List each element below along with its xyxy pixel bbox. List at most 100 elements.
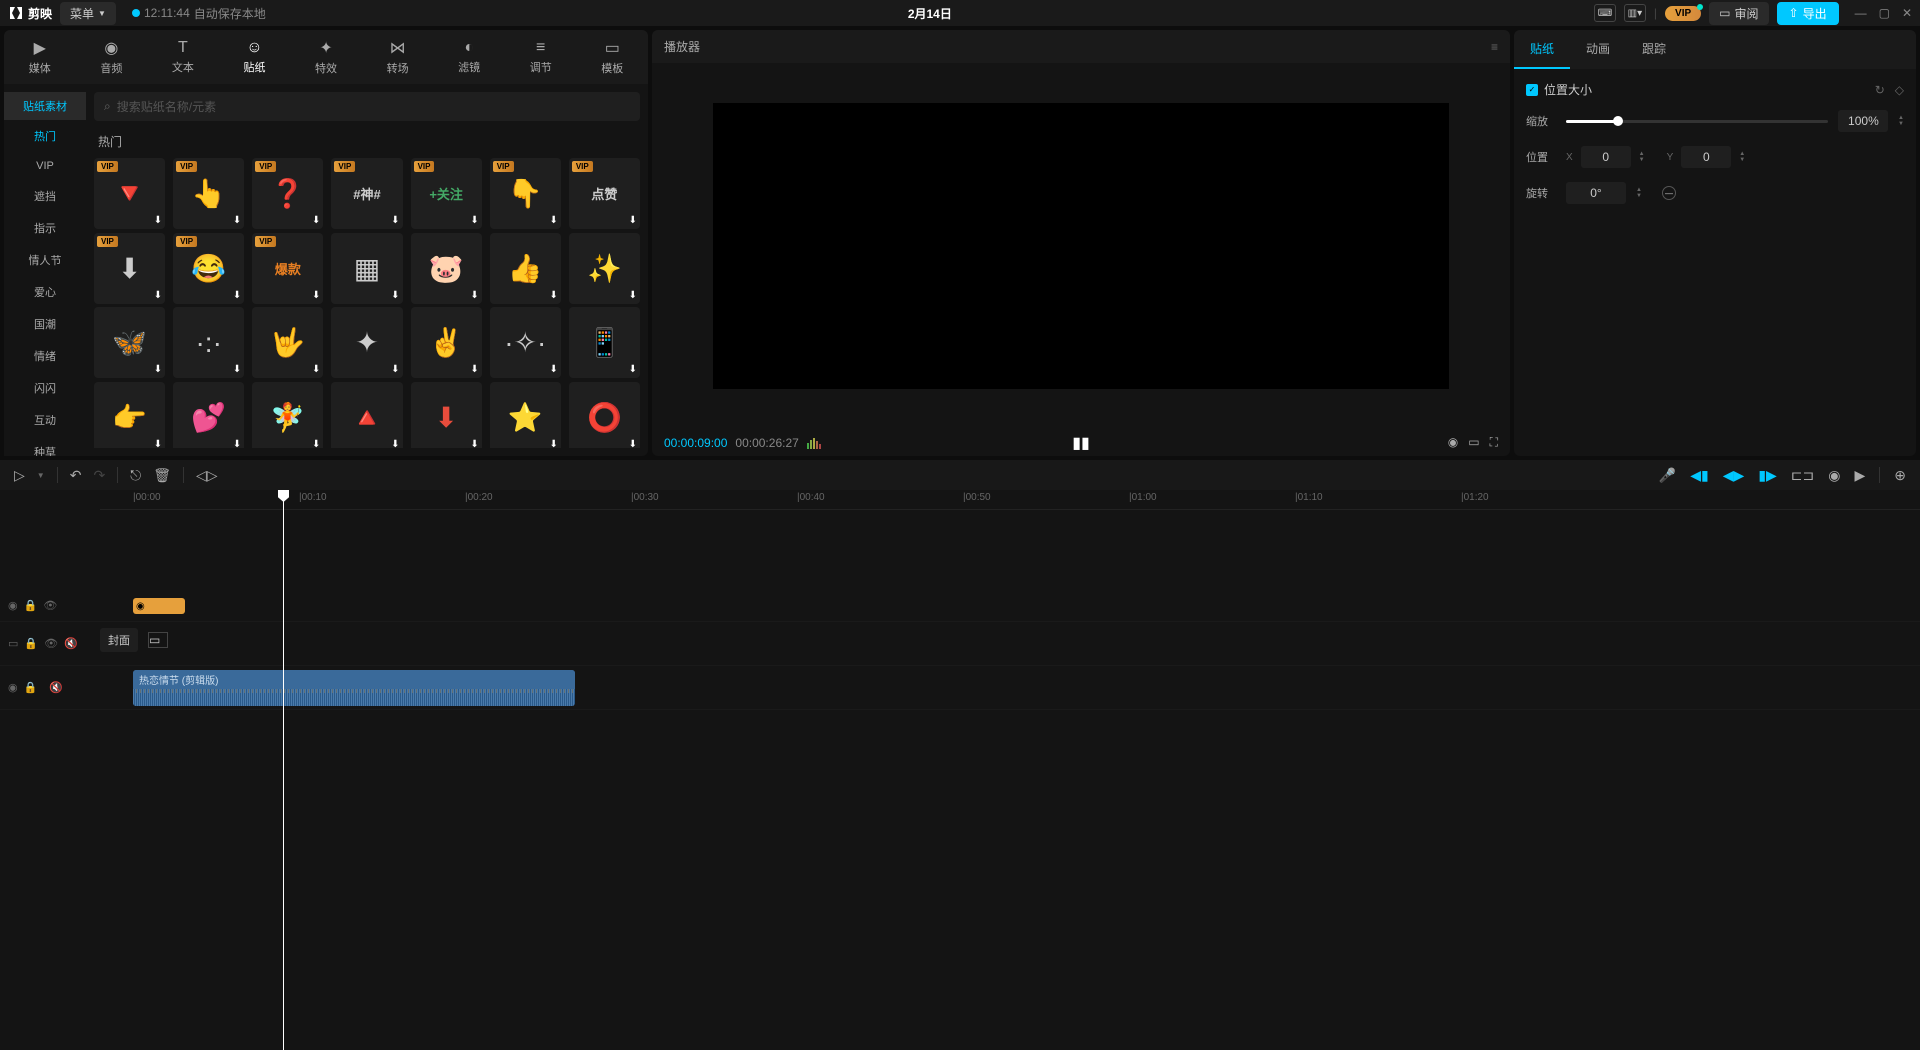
download-icon[interactable]: ⬇: [549, 290, 557, 301]
download-icon[interactable]: ⬇: [629, 215, 637, 226]
sticker-item[interactable]: VIP🔻⬇: [94, 158, 165, 229]
lock-icon[interactable]: 🔒: [24, 681, 38, 694]
download-icon[interactable]: ⬇: [154, 364, 162, 375]
sticker-item[interactable]: ⭕⬇: [569, 382, 640, 449]
sticker-item[interactable]: ✦⬇: [331, 307, 402, 378]
download-icon[interactable]: ⬇: [312, 215, 320, 226]
media-tab-滤镜[interactable]: ◐滤镜: [433, 30, 505, 84]
pointer-tool-icon[interactable]: ▷: [14, 467, 25, 484]
link-icon[interactable]: ◉: [1828, 467, 1840, 484]
mute-icon[interactable]: 🔇: [49, 681, 63, 694]
sticker-item[interactable]: ⭐⬇: [490, 382, 561, 449]
category-item[interactable]: 闪闪: [4, 372, 86, 404]
download-icon[interactable]: ⬇: [312, 290, 320, 301]
menu-button[interactable]: 菜单 ▼: [60, 2, 116, 25]
media-tab-贴纸[interactable]: ☺贴纸: [219, 30, 291, 84]
download-icon[interactable]: ⬇: [154, 290, 162, 301]
reset-icon[interactable]: ↻: [1875, 83, 1885, 97]
vip-badge[interactable]: VIP: [1665, 6, 1701, 21]
download-icon[interactable]: ⬇: [391, 215, 399, 226]
media-tab-调节[interactable]: ≡调节: [505, 30, 577, 84]
category-item[interactable]: 国潮: [4, 308, 86, 340]
category-item[interactable]: 爱心: [4, 276, 86, 308]
delete-button[interactable]: 🗑: [153, 467, 171, 484]
close-button[interactable]: ✕: [1902, 6, 1912, 20]
sticker-item[interactable]: ✨⬇: [569, 233, 640, 304]
category-item[interactable]: 种草: [4, 436, 86, 456]
download-icon[interactable]: ⬇: [470, 364, 478, 375]
media-tab-特效[interactable]: ✦特效: [290, 30, 362, 84]
download-icon[interactable]: ⬇: [549, 439, 557, 448]
sticker-item[interactable]: ·:·⬇: [173, 307, 244, 378]
marker-in-icon[interactable]: ◀▮: [1690, 467, 1708, 484]
sticker-item[interactable]: VIP爆款⬇: [252, 233, 323, 304]
property-tab-动画[interactable]: 动画: [1570, 30, 1626, 69]
redo-button[interactable]: ↷: [93, 467, 105, 484]
category-item[interactable]: 热门: [4, 120, 86, 152]
mute-icon[interactable]: 🔇: [64, 637, 78, 650]
sticker-item[interactable]: ▦⬇: [331, 233, 402, 304]
undo-button[interactable]: ↶: [70, 467, 82, 484]
sticker-item[interactable]: VIP👇⬇: [490, 158, 561, 229]
sticker-item[interactable]: 🤟⬇: [252, 307, 323, 378]
lock-icon[interactable]: 🔒: [24, 599, 38, 612]
mirror-button[interactable]: ◁▷: [196, 467, 218, 484]
cover-button[interactable]: 封面: [100, 628, 138, 652]
category-item[interactable]: 情绪: [4, 340, 86, 372]
media-tab-音频[interactable]: ◉音频: [76, 30, 148, 84]
download-icon[interactable]: ⬇: [391, 364, 399, 375]
scale-value[interactable]: 100%: [1838, 110, 1888, 132]
download-icon[interactable]: ⬇: [470, 215, 478, 226]
video-icon[interactable]: ▭: [8, 637, 18, 650]
split-button[interactable]: ⎋: [130, 467, 141, 484]
download-icon[interactable]: ⬇: [470, 439, 478, 448]
sticker-item[interactable]: 👉⬇: [94, 382, 165, 449]
sticker-item[interactable]: 📱⬇: [569, 307, 640, 378]
download-icon[interactable]: ⬇: [470, 290, 478, 301]
pos-x-spinner[interactable]: ▲▼: [1639, 152, 1645, 163]
shortcut-icon[interactable]: ⌨: [1594, 4, 1616, 22]
sticker-item[interactable]: 💕⬇: [173, 382, 244, 449]
download-icon[interactable]: ⬇: [391, 290, 399, 301]
sticker-item[interactable]: VIP❓⬇: [252, 158, 323, 229]
fullscreen-icon[interactable]: ⛶: [1490, 435, 1498, 450]
timeline-ruler[interactable]: |00:00|00:10|00:20|00:30|00:40|00:50|01:…: [100, 490, 1920, 510]
download-icon[interactable]: ⬇: [549, 364, 557, 375]
cover-thumb[interactable]: ▭: [148, 632, 168, 648]
magnet-icon[interactable]: ⊏⊐: [1791, 467, 1814, 484]
position-size-checkbox[interactable]: ✓ 位置大小: [1526, 81, 1592, 98]
pause-button[interactable]: ▮▮: [1072, 433, 1090, 453]
focus-icon[interactable]: ◉: [1448, 435, 1458, 450]
property-tab-跟踪[interactable]: 跟踪: [1626, 30, 1682, 69]
media-tab-媒体[interactable]: ▶媒体: [4, 30, 76, 84]
sticker-item[interactable]: 🧚⬇: [252, 382, 323, 449]
audio-clip[interactable]: 热恋情节 (剪辑版): [133, 670, 575, 706]
sticker-item[interactable]: 🔺⬇: [331, 382, 402, 449]
review-button[interactable]: ▭ 审阅: [1709, 2, 1768, 25]
export-button[interactable]: ⇧ 导出: [1777, 2, 1839, 25]
download-icon[interactable]: ⬇: [312, 439, 320, 448]
sticker-item[interactable]: ·✧·⬇: [490, 307, 561, 378]
pos-x-input[interactable]: 0: [1581, 146, 1631, 168]
scale-slider[interactable]: [1566, 120, 1828, 123]
minimize-button[interactable]: —: [1855, 6, 1867, 20]
sticker-item[interactable]: VIP👆⬇: [173, 158, 244, 229]
keyframe-icon[interactable]: ◇: [1895, 83, 1904, 97]
media-tab-文本[interactable]: T文本: [147, 30, 219, 84]
audio-icon[interactable]: ◉: [8, 681, 18, 694]
download-icon[interactable]: ⬇: [629, 290, 637, 301]
rotation-spinner[interactable]: ▲▼: [1636, 188, 1642, 199]
sticker-item[interactable]: VIP⬇⬇: [94, 233, 165, 304]
zoom-fit-icon[interactable]: ⊕: [1894, 467, 1906, 484]
download-icon[interactable]: ⬇: [629, 364, 637, 375]
player-viewport[interactable]: [652, 63, 1510, 429]
download-icon[interactable]: ⬇: [233, 215, 241, 226]
eye-icon[interactable]: 👁: [43, 599, 57, 612]
sticker-item[interactable]: VIP#神#⬇: [331, 158, 402, 229]
download-icon[interactable]: ⬇: [154, 215, 162, 226]
download-icon[interactable]: ⬇: [312, 364, 320, 375]
download-icon[interactable]: ⬇: [233, 290, 241, 301]
download-icon[interactable]: ⬇: [549, 215, 557, 226]
sticker-item[interactable]: VIP+关注⬇: [411, 158, 482, 229]
sticker-item[interactable]: ✌⬇: [411, 307, 482, 378]
